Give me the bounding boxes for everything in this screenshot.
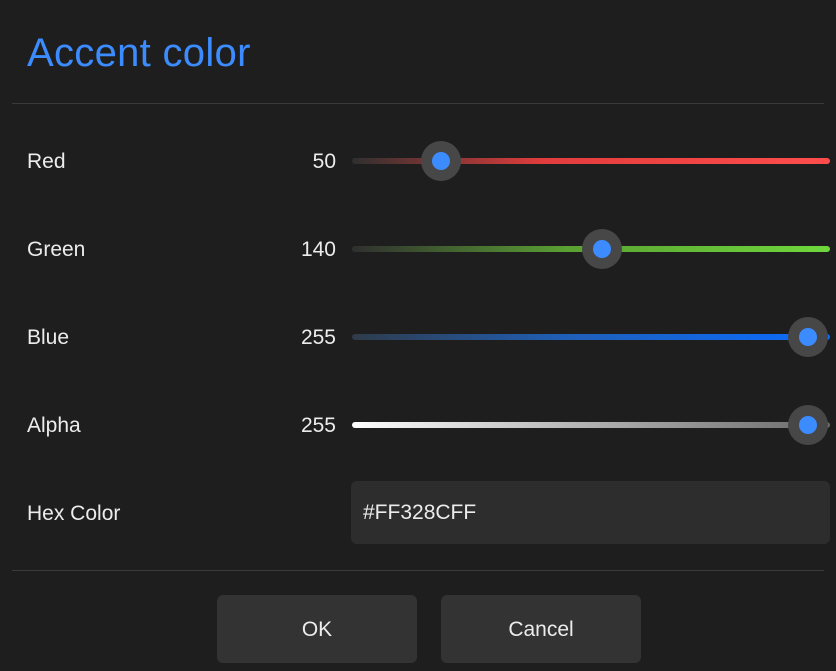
alpha-slider-thumb[interactable] — [788, 405, 828, 445]
alpha-label: Alpha — [27, 414, 81, 437]
blue-slider[interactable] — [352, 317, 830, 357]
cancel-button[interactable]: Cancel — [441, 595, 641, 663]
red-label: Red — [27, 150, 66, 173]
green-slider-thumb[interactable] — [582, 229, 623, 269]
dialog-title: Accent color — [27, 31, 251, 75]
alpha-slider-thumb-dot — [799, 416, 817, 434]
blue-label: Blue — [27, 326, 70, 349]
hex-color-label: Hex Color — [27, 502, 121, 525]
green-slider[interactable] — [352, 229, 830, 269]
red-slider-thumb-dot — [432, 152, 451, 170]
footer-divider — [12, 570, 824, 571]
accent-color-dialog: Accent color Red 50 Green 140 Blue 255 A… — [0, 0, 836, 671]
blue-slider-track[interactable] — [352, 334, 830, 340]
blue-value: 255 — [300, 326, 336, 349]
green-label: Green — [27, 238, 86, 261]
red-value: 50 — [312, 150, 336, 173]
alpha-slider[interactable] — [352, 405, 830, 445]
red-slider-thumb[interactable] — [421, 141, 462, 181]
alpha-value: 255 — [300, 414, 336, 437]
red-slider[interactable] — [352, 141, 830, 181]
hex-color-input[interactable] — [351, 481, 830, 544]
header-divider — [12, 103, 824, 104]
blue-slider-thumb-dot — [799, 328, 817, 346]
alpha-slider-track[interactable] — [352, 422, 830, 428]
green-slider-thumb-dot — [593, 240, 612, 258]
green-value: 140 — [300, 238, 336, 261]
ok-button[interactable]: OK — [217, 595, 417, 663]
blue-slider-thumb[interactable] — [788, 317, 828, 357]
